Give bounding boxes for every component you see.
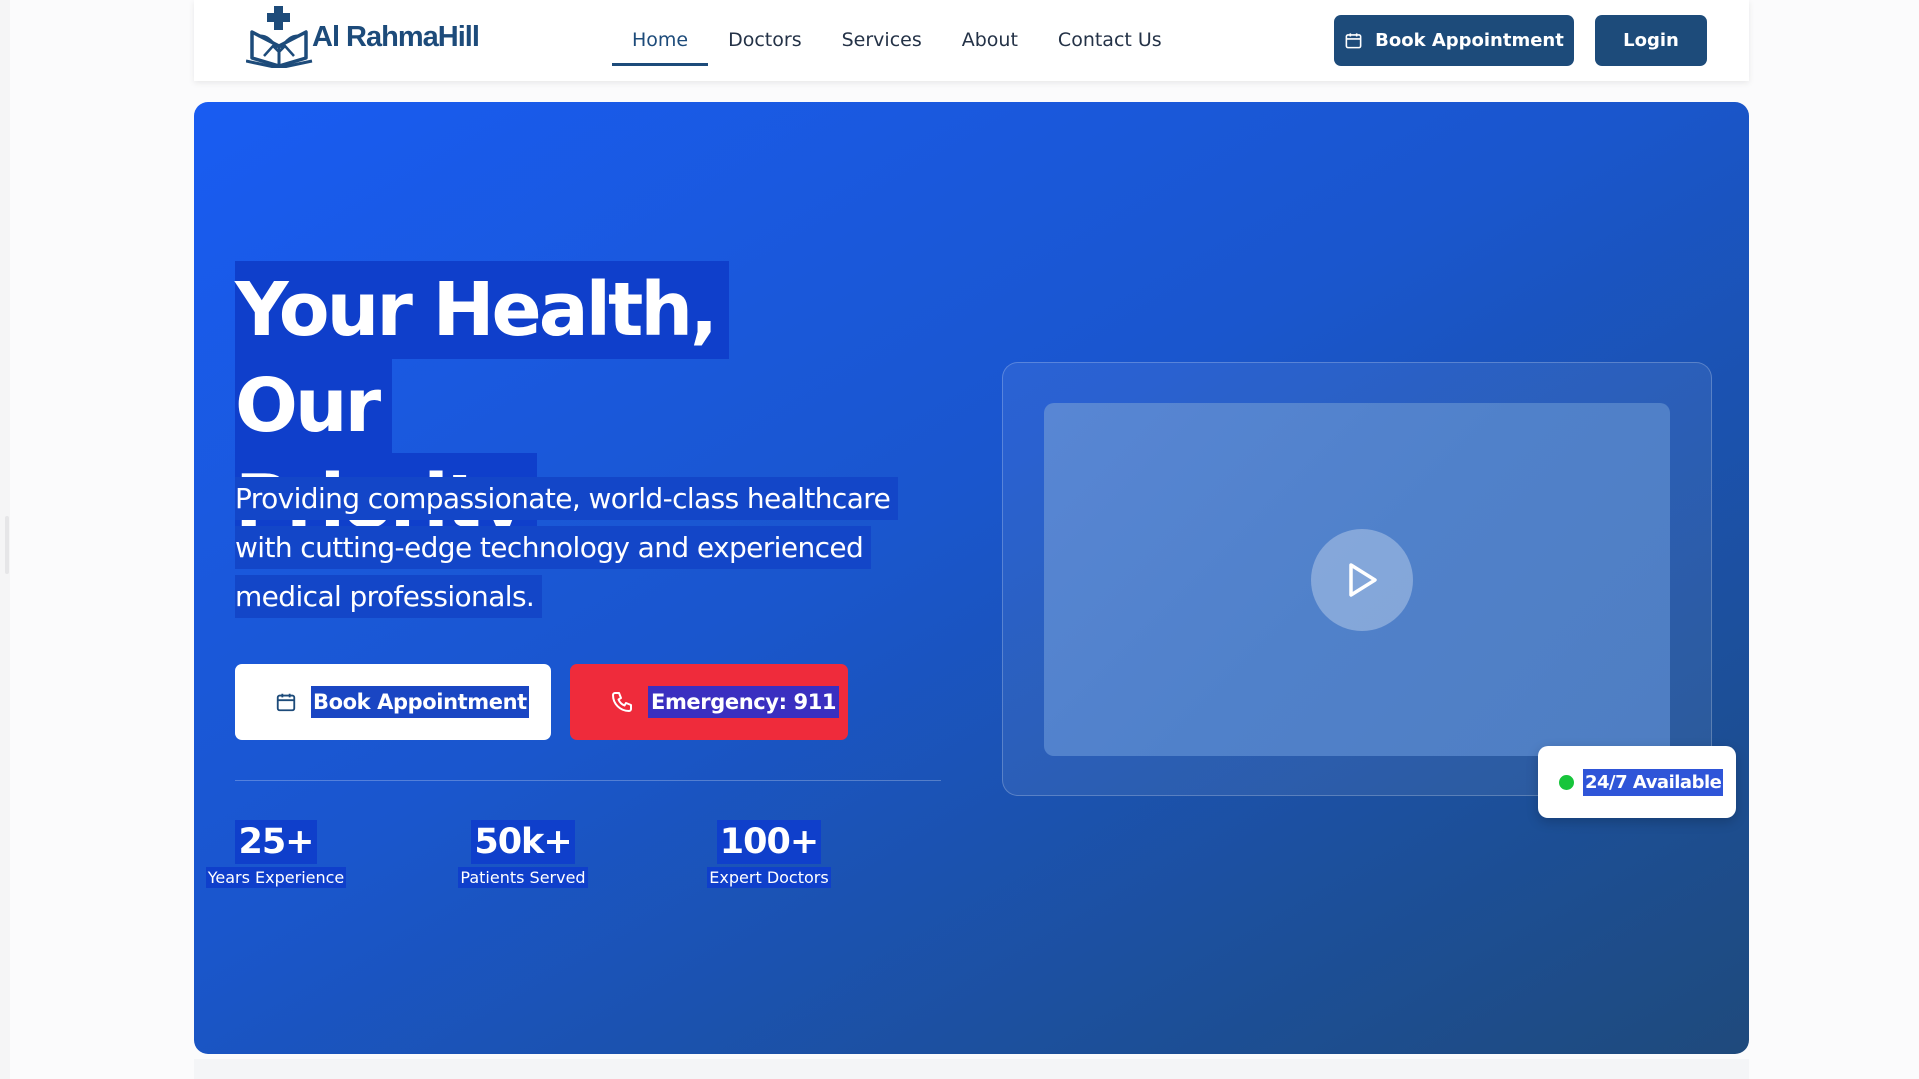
hero-subtitle-line2: with cutting-edge technology and experie… — [235, 526, 872, 569]
medical-cross-book-icon — [246, 6, 313, 68]
stat-patients-served: 50k+ Patients Served — [423, 820, 623, 890]
phone-icon — [612, 692, 632, 712]
calendar-icon — [276, 693, 296, 712]
site-header: Al RahmaHill Home Doctors Services About… — [194, 0, 1749, 81]
main-nav: Home Doctors Services About Contact Us — [612, 0, 1182, 66]
stat-value: 50k+ — [471, 820, 575, 864]
nav-about[interactable]: About — [942, 0, 1038, 66]
left-scroll-rail — [0, 0, 10, 1079]
stat-years-experience: 25+ Years Experience — [194, 820, 376, 890]
calendar-icon — [1345, 33, 1362, 49]
stat-value: 100+ — [716, 820, 822, 864]
hero-subtitle-line3: medical professionals. — [235, 575, 543, 618]
status-dot — [1559, 774, 1574, 790]
nav-contact-us[interactable]: Contact Us — [1038, 0, 1182, 66]
stat-label: Expert Doctors — [707, 867, 831, 888]
stat-label: Patients Served — [458, 867, 588, 888]
logo[interactable]: Al RahmaHill — [246, 6, 480, 68]
stats-divider — [235, 780, 941, 781]
header-book-appointment-button[interactable]: Book Appointment — [1334, 15, 1574, 66]
stat-label: Years Experience — [205, 867, 347, 888]
brand-name: Al RahmaHill — [312, 20, 480, 53]
book-appointment-label: Book Appointment — [311, 686, 529, 718]
hero-subtitle-line1: Providing compassionate, world-class hea… — [235, 477, 899, 520]
play-button[interactable] — [1311, 529, 1413, 631]
emergency-label: Emergency: 911 — [648, 686, 840, 718]
login-button[interactable]: Login — [1595, 15, 1707, 66]
stat-value: 25+ — [235, 820, 317, 864]
hero-title-line1: Your Health, Our — [235, 261, 730, 455]
availability-badge: 24/7 Available — [1538, 746, 1736, 818]
availability-text: 24/7 Available — [1583, 768, 1724, 796]
scroll-grip[interactable] — [5, 516, 9, 574]
nav-services[interactable]: Services — [822, 0, 942, 66]
book-appointment-button[interactable]: Book Appointment — [235, 664, 551, 740]
next-section-peek — [194, 1059, 1749, 1079]
page: Al RahmaHill Home Doctors Services About… — [0, 0, 1919, 1079]
hero-subtitle: Providing compassionate, world-class hea… — [235, 474, 935, 621]
nav-doctors[interactable]: Doctors — [708, 0, 822, 66]
stat-expert-doctors: 100+ Expert Doctors — [669, 820, 869, 890]
emergency-call-button[interactable]: Emergency: 911 — [570, 664, 848, 740]
header-book-label: Book Appointment — [1375, 30, 1564, 51]
play-icon — [1349, 563, 1377, 597]
nav-home[interactable]: Home — [612, 0, 709, 66]
hero-section: Your Health, Our Priority Providing comp… — [194, 102, 1749, 1054]
